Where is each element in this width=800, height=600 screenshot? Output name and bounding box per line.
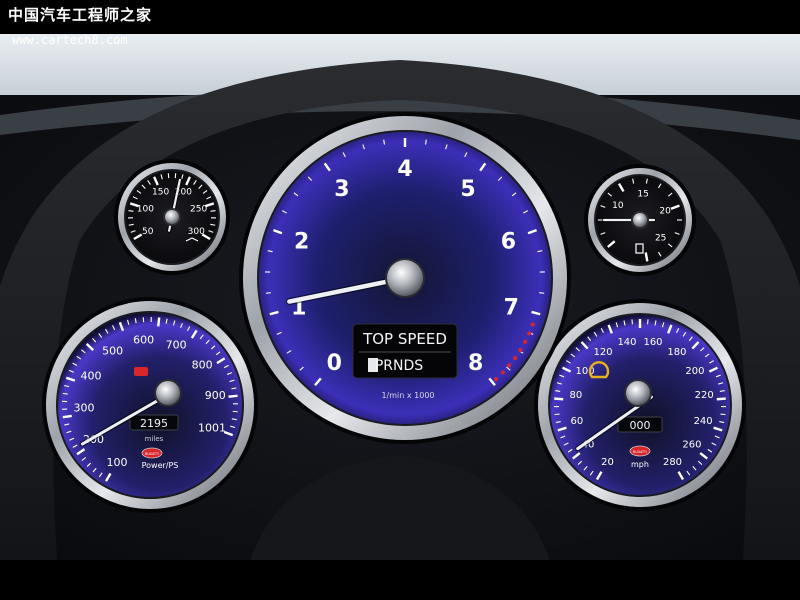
- scale-number: 80: [569, 390, 582, 401]
- needle-hub: [387, 260, 423, 296]
- gauge-label: Power/PS: [142, 461, 179, 470]
- scale-number: 200: [685, 366, 704, 377]
- tick-mark: [424, 139, 427, 145]
- scale-number: 500: [102, 345, 123, 358]
- needle-hub: [633, 213, 647, 227]
- scale-number: 10: [612, 201, 624, 211]
- tick-mark: [554, 397, 564, 401]
- scale-number: 15: [637, 189, 648, 199]
- scale-number: 220: [695, 390, 714, 401]
- bottom-band: [0, 560, 800, 600]
- scale-number: 150: [152, 188, 169, 198]
- tick-mark: [62, 414, 72, 419]
- instrument-cluster: 50100150200250300 10152025 1002003004005…: [0, 34, 800, 600]
- scale-number: 400: [81, 369, 102, 382]
- tick-mark: [644, 252, 649, 262]
- scale-number: 140: [617, 337, 636, 348]
- scale-number: 20: [659, 206, 671, 216]
- tick-mark: [716, 397, 726, 401]
- scale-number: 1001: [198, 422, 226, 435]
- scale-number: 160: [643, 337, 662, 348]
- scale-number: 100: [137, 205, 154, 215]
- oil-temperature-gauge: 50100150 200250300: [114, 159, 230, 275]
- watermark-url: www.cartech8.com: [12, 33, 128, 47]
- tachometer: 012345678TOP SPEEDPRNDS1/min x 1000: [239, 112, 571, 444]
- scale-number: 260: [682, 440, 701, 451]
- redline-marker: [518, 348, 523, 353]
- scale-number: 25: [655, 234, 666, 244]
- tick-mark: [383, 139, 386, 145]
- watermark-title: 中国汽车工程师之家: [8, 6, 153, 24]
- scale-number: 2: [294, 229, 309, 254]
- odometer-unit: miles: [145, 435, 164, 443]
- redline-marker: [527, 331, 532, 336]
- scale-number: 4: [397, 157, 412, 182]
- tick-mark: [62, 392, 68, 395]
- display-top-speed: TOP SPEED: [362, 330, 447, 348]
- scale-number: 100: [107, 456, 128, 469]
- scale-number: 280: [663, 457, 682, 468]
- bugatti-badge-text: BUGATTI: [633, 450, 647, 454]
- trip-value: 000: [630, 419, 651, 432]
- dashboard-photo: 50100150200250300 10152025 1002003004005…: [0, 0, 800, 600]
- scale-number: 60: [571, 416, 584, 427]
- odometer-value: 2195: [140, 417, 168, 430]
- needle-hub: [156, 381, 180, 405]
- scale-number: 20: [601, 457, 614, 468]
- scale-number: 600: [133, 333, 154, 346]
- scale-number: 8: [468, 351, 483, 376]
- needle-hub: [165, 210, 179, 224]
- redline-marker: [507, 363, 512, 368]
- redline-marker: [530, 322, 535, 327]
- speedometer: 20406080100120140 16018020022024026028000…: [534, 299, 746, 511]
- tick-mark: [128, 210, 134, 212]
- scale-number: 900: [205, 389, 226, 402]
- scale-number: 300: [188, 227, 205, 237]
- tick-mark: [720, 413, 726, 416]
- scale-number: 300: [74, 402, 95, 415]
- redline-marker: [500, 370, 505, 375]
- bugatti-badge-text: BUGATTI: [145, 452, 159, 456]
- tick-mark: [157, 317, 161, 327]
- scale-number: 50: [142, 227, 154, 237]
- scale-number: 700: [166, 338, 187, 351]
- scale-number: 5: [460, 177, 475, 202]
- scale-number: 800: [192, 359, 213, 372]
- gauge-label: mph: [631, 460, 649, 469]
- display-gear-selector: PRNDS: [375, 358, 423, 374]
- scale-number: 0: [327, 351, 342, 376]
- warning-light-icon: [134, 367, 148, 376]
- tick-mark: [539, 292, 545, 294]
- redline-marker: [513, 355, 518, 360]
- tachometer-units: 1/min x 1000: [381, 391, 434, 400]
- scale-number: 6: [501, 229, 516, 254]
- redline-marker: [494, 377, 499, 382]
- tick-mark: [554, 413, 560, 416]
- needle-hub: [626, 381, 650, 405]
- scale-number: 250: [190, 205, 207, 215]
- power-gauge: 10020030040050060070080090010012195miles…: [42, 297, 258, 513]
- scale-number: 240: [694, 416, 713, 427]
- tick-mark: [210, 210, 216, 212]
- scale-number: 120: [594, 347, 613, 358]
- scale-number: 3: [334, 177, 349, 202]
- redline-marker: [523, 339, 528, 344]
- fuel-gauge: 10 15 20 25: [584, 164, 696, 276]
- scale-number: 180: [667, 347, 686, 358]
- tick-mark: [228, 394, 238, 398]
- scale-number: 7: [504, 295, 519, 320]
- tick-mark: [265, 292, 271, 294]
